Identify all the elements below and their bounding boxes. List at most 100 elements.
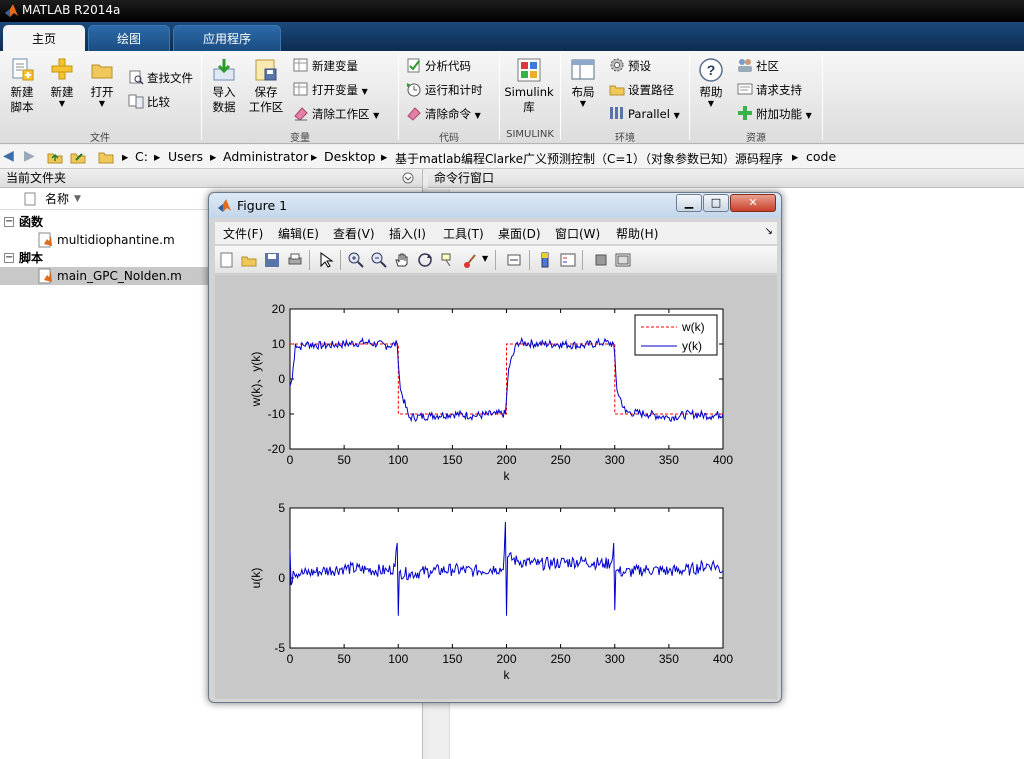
pan-hand-icon[interactable] — [394, 252, 410, 268]
request-support-button[interactable]: 请求支持 — [737, 81, 802, 99]
forward-icon[interactable]: ▶ — [24, 148, 35, 164]
x-tick-label: 350 — [659, 652, 679, 666]
legend-icon[interactable] — [560, 252, 576, 268]
dock-arrow-icon[interactable]: ↘ — [765, 226, 773, 237]
hide-plot-tools-icon[interactable] — [593, 252, 609, 268]
parallel-dropdown-icon[interactable]: ▼ — [674, 111, 680, 120]
collapse-icon[interactable]: − — [4, 253, 14, 263]
support-icon — [737, 81, 753, 97]
colorbar-icon[interactable] — [537, 252, 553, 268]
new-plus-icon — [51, 58, 73, 80]
figure-title-bar[interactable]: Figure 1 ▁ □ ✕ — [209, 193, 781, 218]
new-figure-icon[interactable] — [219, 252, 235, 268]
clear-commands-icon — [406, 105, 422, 121]
run-and-time-button[interactable]: 运行和计时 — [406, 81, 483, 99]
breadcrumb-segment[interactable]: code — [806, 149, 836, 164]
toolbar-divider — [340, 250, 341, 270]
brush-icon[interactable] — [463, 252, 479, 268]
rotate-3d-icon[interactable] — [417, 252, 433, 268]
analyze-code-button[interactable]: 分析代码 — [406, 57, 471, 75]
x-tick-label: 50 — [337, 453, 351, 467]
compare-button[interactable]: 比较 — [128, 93, 170, 111]
new-button[interactable]: 新建 ▼ — [46, 57, 78, 108]
menu-insert[interactable]: 插入(I) — [389, 225, 426, 242]
open-variable-dropdown-icon[interactable]: ▼ — [362, 87, 368, 96]
new-dropdown-icon[interactable]: ▼ — [46, 100, 78, 108]
show-plot-tools-icon[interactable] — [615, 252, 631, 268]
breadcrumb-separator: ▸ — [154, 149, 161, 164]
file-group-label: 文件 — [90, 133, 110, 144]
menu-tools[interactable]: 工具(T) — [443, 225, 484, 242]
open-file-icon[interactable] — [241, 252, 257, 268]
clear-workspace-dropdown-icon[interactable]: ▼ — [373, 111, 379, 120]
save-figure-icon[interactable] — [264, 252, 280, 268]
breadcrumb-separator: ▸ — [381, 149, 388, 164]
back-icon[interactable]: ◀ — [3, 148, 14, 164]
select-arrow-icon[interactable] — [318, 252, 334, 268]
open-button[interactable]: 打开 ▼ — [86, 57, 118, 108]
menu-help[interactable]: 帮助(H) — [616, 225, 658, 242]
maximize-button[interactable]: □ — [703, 194, 729, 212]
zoom-out-icon[interactable] — [371, 252, 387, 268]
tab-plots[interactable]: 绘图 — [88, 25, 170, 51]
menu-view[interactable]: 查看(V) — [333, 225, 375, 242]
parallel-button[interactable]: Parallel ▼ — [609, 105, 680, 123]
legend-box — [634, 314, 718, 356]
x-tick-label: 300 — [605, 652, 625, 666]
print-icon[interactable] — [287, 252, 303, 268]
menu-desktop[interactable]: 桌面(D) — [498, 225, 541, 242]
collapse-icon[interactable]: − — [4, 217, 14, 227]
up-folder-icon[interactable] — [47, 149, 63, 165]
minimize-button[interactable]: ▁ — [676, 194, 702, 212]
add-ons-label: 附加功能 — [756, 107, 802, 121]
data-cursor-icon[interactable] — [440, 252, 456, 268]
help-button[interactable]: ? 帮助 ▼ — [694, 57, 728, 108]
breadcrumb-segment[interactable]: Administrator — [223, 149, 308, 164]
clear-commands-dropdown-icon[interactable]: ▼ — [475, 111, 481, 120]
save-workspace-button[interactable]: 保存 工作区 — [246, 57, 286, 115]
layout-button[interactable]: 布局 ▼ — [566, 57, 600, 108]
close-button[interactable]: ✕ — [730, 194, 776, 212]
clear-workspace-button[interactable]: 清除工作区 ▼ — [293, 105, 379, 123]
browse-folder-icon[interactable] — [70, 149, 86, 165]
breadcrumb-segment[interactable]: C: — [135, 149, 148, 164]
breadcrumb-segment[interactable]: 基于matlab编程Clarke广义预测控制（C=1）（对象参数已知）源码程序 — [395, 150, 783, 167]
open-label: 打开 — [90, 85, 114, 99]
add-ons-dropdown-icon[interactable]: ▼ — [806, 111, 812, 120]
menu-edit[interactable]: 编辑(E) — [278, 225, 319, 242]
community-button[interactable]: 社区 — [737, 57, 779, 75]
simulink-library-button[interactable]: Simulink 库 — [503, 57, 555, 115]
clear-commands-button[interactable]: 清除命令 ▼ — [406, 105, 481, 123]
new-variable-button[interactable]: 新建变量 — [293, 57, 358, 75]
breadcrumb-segment[interactable]: Users — [168, 149, 203, 164]
import-data-button[interactable]: 导入 数据 — [206, 57, 242, 115]
link-plot-icon[interactable] — [506, 252, 522, 268]
menu-window[interactable]: 窗口(W) — [555, 225, 600, 242]
help-dropdown-icon[interactable]: ▼ — [694, 100, 728, 108]
analyze-code-label: 分析代码 — [425, 59, 471, 73]
preferences-button[interactable]: 预设 — [609, 57, 651, 75]
zoom-in-icon[interactable] — [348, 252, 364, 268]
breadcrumb-segment[interactable]: Desktop — [324, 149, 376, 164]
set-path-button[interactable]: 设置路径 — [609, 81, 674, 99]
eraser-icon — [293, 105, 309, 121]
address-bar: ◀ ▶ ▸ C: ▸ Users ▸ Administrator ▸ Deskt… — [0, 145, 1024, 169]
tab-apps[interactable]: 应用程序 — [173, 25, 281, 51]
panel-actions-icon[interactable] — [402, 172, 414, 184]
figure-menu-bar: 文件(F) 编辑(E) 查看(V) 插入(I) 工具(T) 桌面(D) 窗口(W… — [215, 222, 777, 244]
find-files-button[interactable]: 查找文件 — [128, 69, 193, 87]
open-variable-label: 打开变量 — [312, 83, 358, 97]
open-dropdown-icon[interactable]: ▼ — [86, 100, 118, 108]
menu-file[interactable]: 文件(F) — [223, 225, 263, 242]
y-tick-label: 20 — [272, 302, 286, 316]
open-variable-button[interactable]: 打开变量 ▼ — [293, 81, 368, 99]
new-script-button[interactable]: 新建 脚本 — [4, 57, 40, 115]
compare-label: 比较 — [147, 95, 170, 109]
add-ons-button[interactable]: 附加功能 ▼ — [737, 105, 812, 123]
tab-home[interactable]: 主页 — [3, 25, 85, 51]
import-data-label: 导入 数据 — [212, 85, 236, 114]
y-tick-label: -10 — [268, 407, 286, 421]
save-workspace-label: 保存 工作区 — [248, 85, 284, 114]
brush-dropdown-icon[interactable]: ▼ — [482, 254, 488, 263]
layout-dropdown-icon[interactable]: ▼ — [566, 100, 600, 108]
